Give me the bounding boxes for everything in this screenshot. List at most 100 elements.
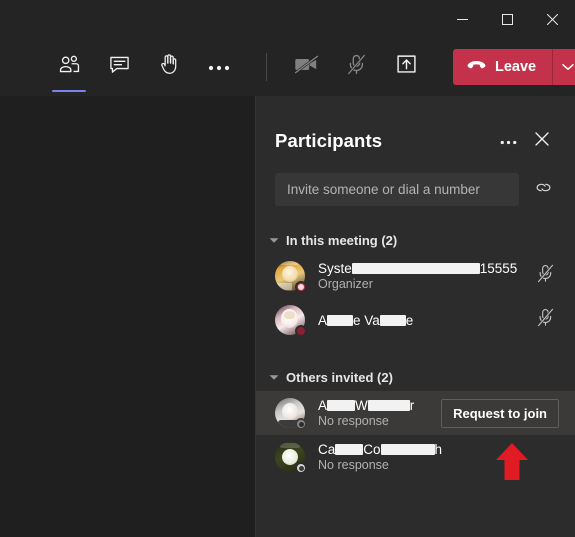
name-mid: W	[355, 398, 368, 413]
participant-name: Ca Co h	[318, 442, 442, 457]
redaction-block	[367, 400, 410, 411]
panel-header-actions	[493, 126, 557, 156]
participant-role: Organizer	[318, 277, 373, 291]
name-prefix: A	[318, 312, 328, 328]
participant-name: A Wr	[318, 398, 414, 413]
name-suffix: h	[434, 442, 443, 457]
section-label: Others invited (2)	[286, 369, 393, 385]
close-icon	[547, 13, 558, 25]
name-suffix: r	[409, 398, 415, 413]
participant-row-actions	[531, 262, 559, 290]
toolbar-right-group: Leave	[281, 44, 575, 90]
participant-name: Ae Va e	[318, 313, 413, 328]
redaction-block	[327, 400, 356, 411]
invitee-row-actions: Request to join	[441, 398, 559, 428]
redaction-block	[335, 444, 364, 455]
close-icon	[535, 131, 549, 151]
mic-off-icon	[536, 308, 554, 332]
ellipsis-icon	[208, 58, 230, 76]
close-button[interactable]	[530, 0, 575, 38]
status-badge	[295, 281, 307, 293]
redaction-block	[327, 314, 354, 326]
meeting-toolbar: Leave	[0, 38, 575, 96]
red-arrow-annotation	[494, 443, 530, 481]
name-suffix: e	[405, 312, 414, 328]
participant-mic-off-button[interactable]	[531, 306, 559, 334]
invitee-row-first[interactable]: A Wr No response Request to join	[256, 391, 575, 435]
avatar	[275, 398, 307, 430]
hand-icon	[159, 54, 179, 80]
invite-row	[256, 156, 575, 206]
mic-off-icon	[536, 264, 554, 288]
name-mid: Co	[363, 442, 381, 457]
toolbar-share-button[interactable]	[381, 44, 431, 90]
name-suffix: 15555	[479, 261, 518, 276]
redaction-block	[351, 263, 480, 274]
active-tab-indicator	[52, 90, 86, 92]
toolbar-raise-hand-button[interactable]	[144, 44, 194, 90]
panel-more-options-button[interactable]	[493, 126, 523, 156]
toolbar-microphone-button[interactable]	[331, 44, 381, 90]
participant-row-system[interactable]: Syste 15555 Organizer	[256, 254, 575, 298]
mic-off-icon	[346, 54, 366, 80]
people-icon	[58, 55, 81, 80]
redaction-block	[379, 314, 406, 326]
participant-name: Syste 15555	[318, 261, 517, 276]
name-mid: e Va	[353, 312, 380, 328]
share-link-icon	[534, 180, 553, 200]
redaction-block	[380, 444, 435, 455]
leave-button-group: Leave	[453, 49, 575, 85]
copy-join-link-button[interactable]	[529, 176, 557, 204]
participant-mic-off-button[interactable]	[531, 262, 559, 290]
participant-info: A Wr No response	[318, 398, 414, 428]
leave-options-button[interactable]	[552, 49, 575, 85]
invitee-status: No response	[318, 414, 389, 428]
participant-info: Ca Co h No response	[318, 442, 442, 472]
name-prefix: Syste	[318, 261, 352, 276]
invite-input-box[interactable]	[275, 173, 519, 206]
toolbar-more-button[interactable]	[194, 44, 244, 90]
request-to-join-button[interactable]: Request to join	[441, 398, 559, 428]
toolbar-people-button[interactable]	[44, 44, 94, 92]
avatar	[275, 305, 307, 337]
leave-button[interactable]: Leave	[453, 49, 553, 85]
page-title: Participants	[275, 130, 383, 151]
participant-info: Syste 15555 Organizer	[318, 261, 517, 291]
name-prefix: A	[318, 398, 328, 413]
toolbar-camera-button[interactable]	[281, 44, 331, 90]
title-bar	[0, 0, 575, 38]
leave-button-label: Leave	[495, 59, 537, 75]
status-badge	[295, 418, 307, 430]
status-badge	[295, 462, 307, 474]
minimize-icon	[457, 14, 468, 25]
video-stage[interactable]	[0, 96, 255, 537]
hangup-icon	[467, 59, 486, 75]
toolbar-chat-button[interactable]	[94, 44, 144, 90]
minimize-button[interactable]	[440, 0, 485, 38]
participants-panel-header: Participants	[256, 96, 575, 156]
participant-row-second[interactable]: Ae Va e	[256, 298, 575, 342]
toolbar-left-group	[0, 44, 281, 92]
chevron-down-icon	[561, 58, 574, 76]
avatar	[275, 442, 307, 474]
chevron-down-icon	[269, 374, 279, 381]
participant-info: Ae Va e	[318, 313, 413, 328]
name-prefix: Ca	[318, 442, 336, 457]
maximize-icon	[502, 13, 513, 25]
section-header-in-this-meeting[interactable]: In this meeting (2)	[256, 226, 575, 254]
avatar	[275, 261, 307, 293]
maximize-button[interactable]	[485, 0, 530, 38]
invite-input[interactable]	[287, 182, 507, 197]
participant-row-actions	[531, 306, 559, 334]
teams-meeting-window: Leave Participants Invite someone or dia…	[0, 0, 575, 537]
chevron-down-icon	[269, 237, 279, 244]
invitee-status: No response	[318, 458, 389, 472]
section-header-others-invited[interactable]: Others invited (2)	[256, 363, 575, 391]
camera-off-icon	[293, 54, 319, 79]
status-badge	[295, 325, 307, 337]
panel-close-button[interactable]	[527, 126, 557, 156]
chat-icon	[109, 55, 130, 80]
ellipsis-icon	[500, 132, 517, 150]
toolbar-divider	[266, 53, 267, 81]
section-label: In this meeting (2)	[286, 232, 398, 248]
